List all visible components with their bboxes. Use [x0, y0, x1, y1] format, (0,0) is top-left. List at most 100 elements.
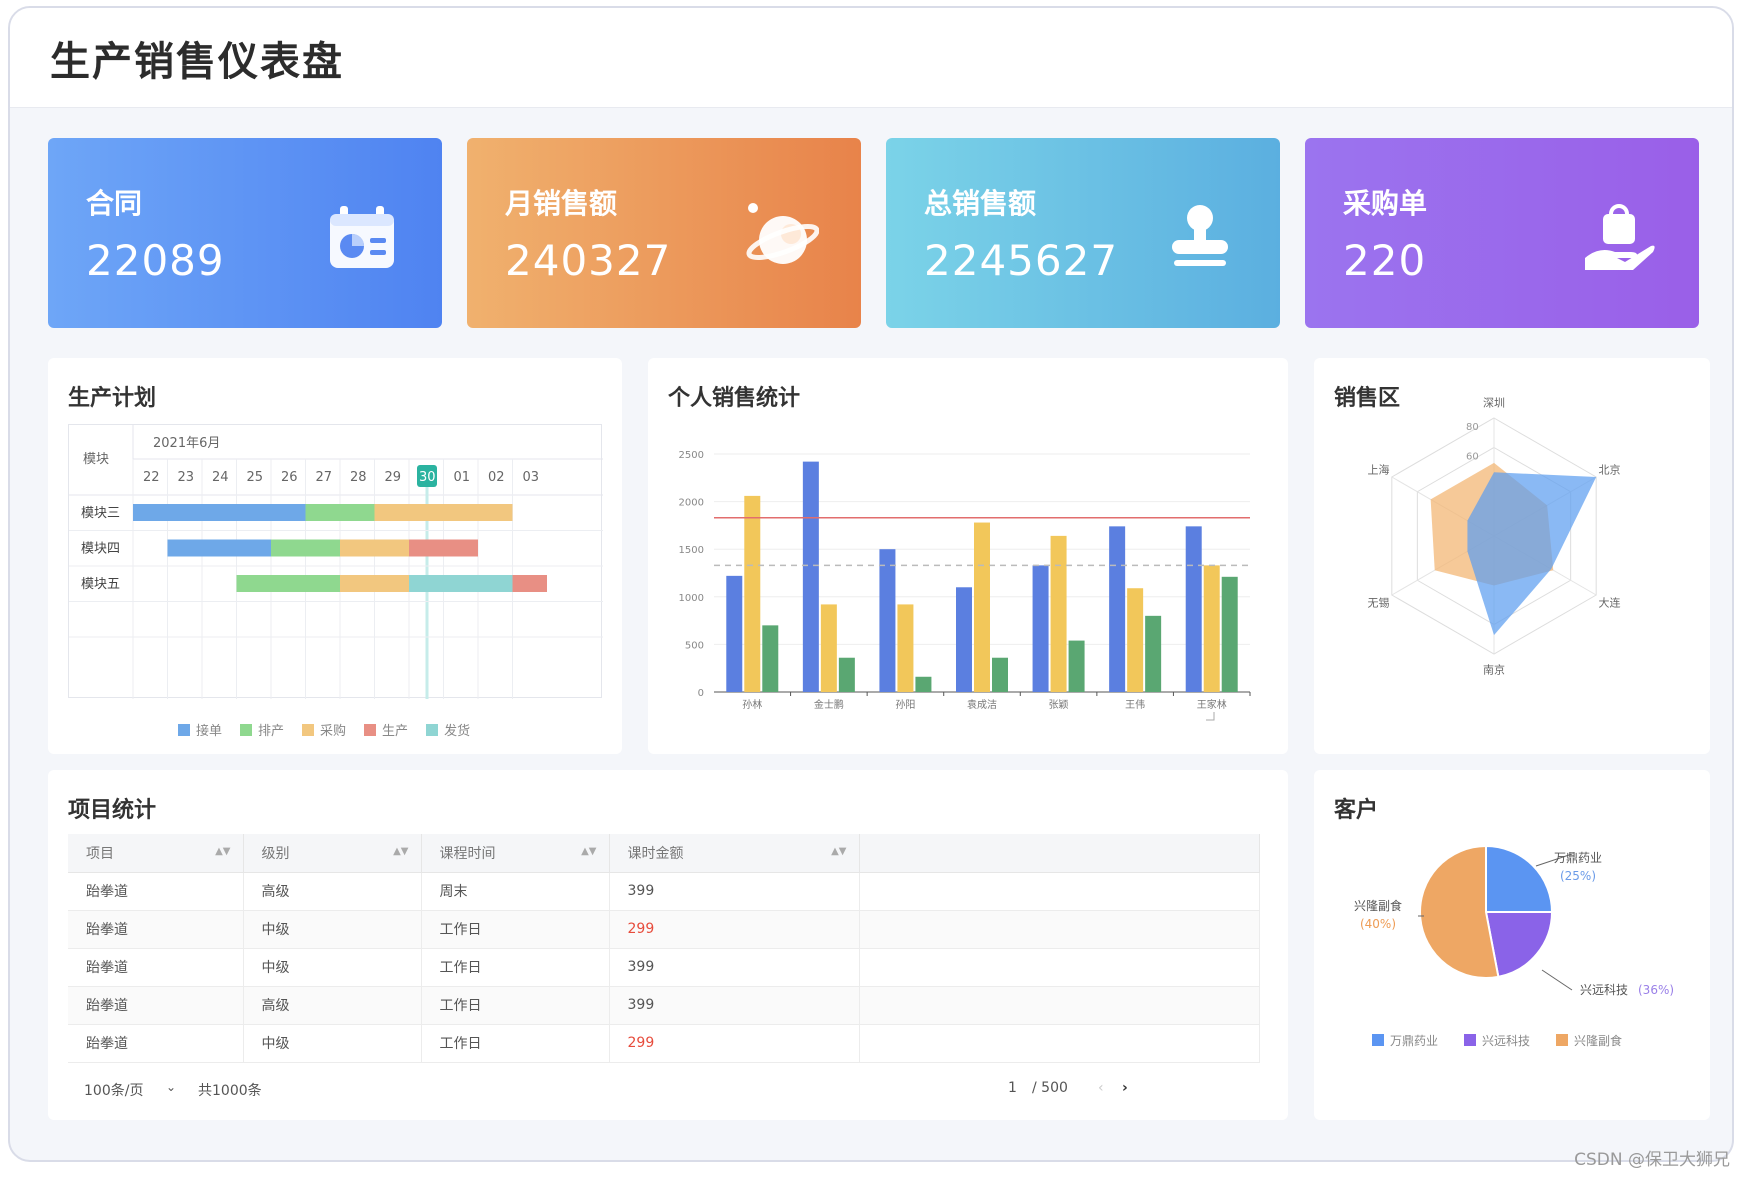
- column-header-project[interactable]: 项目 ▲▼: [68, 834, 244, 873]
- gantt-task-bar: [374, 504, 513, 521]
- cell-fee: 399: [609, 986, 860, 1025]
- radar-chart: 深圳北京大连南京 无锡 上海 80 60: [1368, 397, 1621, 677]
- planet-icon: [746, 203, 819, 264]
- legend-item[interactable]: 采购: [302, 720, 346, 739]
- legend-swatch: [178, 723, 190, 736]
- column-header-fee[interactable]: 课时金额 ▲▼: [609, 834, 860, 873]
- bar: [1032, 565, 1049, 692]
- y-tick-label: 2000: [679, 498, 704, 509]
- cell-empty: [859, 1024, 1260, 1063]
- bar: [879, 549, 896, 692]
- stat-card-total-sales[interactable]: 总销售额 2245627: [886, 138, 1280, 328]
- table-row[interactable]: 跆拳道 高级 工作日 399: [68, 986, 1260, 1025]
- prev-page-icon[interactable]: ‹: [1098, 1080, 1104, 1096]
- bar: [762, 625, 779, 692]
- cell-empty: [859, 948, 1260, 987]
- table-row[interactable]: 跆拳道 中级 工作日 299: [68, 1024, 1260, 1063]
- y-tick-label: 1500: [679, 545, 704, 556]
- gantt-day-label: 29: [385, 470, 402, 485]
- x-tick-label: 王伟: [1125, 698, 1145, 711]
- page-title: 生产销售仪表盘: [50, 38, 344, 85]
- gantt-task-bar: [305, 504, 375, 521]
- radar-axis-label: 深圳: [1483, 397, 1505, 410]
- bar: [992, 657, 1008, 692]
- gantt-day-label: 23: [178, 470, 195, 485]
- gantt-day-label: 01: [454, 470, 471, 485]
- radar-axis-label: 大连: [1598, 596, 1620, 610]
- gantt-row-label: 模块三: [81, 506, 120, 521]
- panel-title: 项目统计: [68, 798, 157, 823]
- table-row[interactable]: 跆拳道 中级 工作日 299: [68, 910, 1260, 949]
- bar: [838, 657, 855, 692]
- stat-card-monthly-sales[interactable]: 月销售额 240327: [467, 138, 861, 328]
- pie-label-line: [1541, 969, 1573, 991]
- bar: [726, 575, 743, 692]
- bar: [1127, 588, 1144, 692]
- gantt-task-bar: [409, 575, 513, 592]
- legend-label: 接单: [196, 724, 223, 739]
- bar: [1050, 535, 1067, 692]
- sort-icon[interactable]: ▲▼: [831, 846, 846, 857]
- legend-swatch: [1372, 1034, 1384, 1046]
- legend-item[interactable]: 生产: [364, 720, 408, 739]
- calendar-chart-icon: [330, 206, 394, 268]
- gantt-task-bar: [236, 575, 340, 592]
- pie-slice-percent: (25%): [1560, 869, 1596, 883]
- resize-handle-icon: [1206, 712, 1215, 721]
- legend-item[interactable]: 发货: [426, 720, 470, 739]
- pie-slice-percent: (40%): [1360, 917, 1396, 931]
- hand-bag-icon: [1585, 204, 1655, 270]
- column-header-time[interactable]: 课程时间 ▲▼: [421, 834, 610, 873]
- page-current-input[interactable]: 1: [1008, 1080, 1017, 1096]
- pagination: 100条/页 ⌄ 共1000条 1 / 500 ‹ ›: [68, 1074, 1260, 1106]
- legend-item[interactable]: 排产: [240, 720, 284, 739]
- customer-panel: 客户 万鼎药业 (25%) 兴远科技 (36%) 兴隆副食 (40%) 万鼎药业 兴远科技 兴隆…: [1314, 770, 1710, 1120]
- x-tick-label: 孙林: [742, 698, 762, 711]
- y-tick-label: 2500: [679, 450, 704, 461]
- gantt-chart: 模块 2021年6月 22 23 24 25 26 27 28 29 30 01 02 03 模块三 模块四模…: [68, 424, 603, 699]
- x-tick-label: 张颖: [1049, 698, 1069, 711]
- cell-project: 跆拳道: [68, 910, 244, 949]
- gantt-day-label: 24: [212, 470, 229, 485]
- cell-level: 中级: [243, 1024, 422, 1063]
- column-header-level[interactable]: 级别 ▲▼: [243, 834, 422, 873]
- gantt-task-bar: [271, 539, 340, 557]
- table-row[interactable]: 跆拳道 高级 周末 399: [68, 872, 1260, 911]
- cell-level: 中级: [243, 910, 422, 949]
- cell-level: 高级: [243, 872, 422, 911]
- gantt-task-bar: [340, 539, 409, 557]
- total-count: 共1000条: [198, 1083, 262, 1099]
- radar-axis-label: 北京: [1598, 462, 1620, 476]
- gantt-row-label: 模块五: [81, 577, 120, 592]
- dashboard-frame: 生产销售仪表盘 合同 22089 月销售额 240327 总销售额 224562…: [8, 6, 1734, 1162]
- stat-card-purchase-orders[interactable]: 采购单 220: [1305, 138, 1699, 328]
- panel-title: 生产计划: [68, 386, 157, 411]
- sort-icon[interactable]: ▲▼: [581, 846, 596, 857]
- cell-empty: [859, 910, 1260, 949]
- bar: [956, 587, 972, 692]
- stamp-icon: [1172, 205, 1228, 266]
- gantt-task-bar: [167, 539, 271, 557]
- page-size-select[interactable]: 100条/页: [84, 1080, 143, 1100]
- table-row[interactable]: 跆拳道 中级 工作日 399: [68, 948, 1260, 987]
- bar: [974, 522, 990, 692]
- sort-icon[interactable]: ▲▼: [393, 846, 408, 857]
- bar: [802, 461, 819, 692]
- cell-fee: 399: [609, 872, 860, 911]
- y-tick-label: 0: [698, 688, 704, 699]
- gantt-day-label: 03: [523, 470, 540, 485]
- legend-item[interactable]: 接单: [178, 720, 222, 739]
- cell-level: 中级: [243, 948, 422, 987]
- header-label: 课程时间: [439, 845, 496, 862]
- cell-time: 工作日: [421, 1024, 610, 1063]
- next-page-icon[interactable]: ›: [1122, 1080, 1128, 1096]
- header-label: 级别: [261, 845, 290, 862]
- stat-card-contract[interactable]: 合同 22089: [48, 138, 442, 328]
- sort-icon[interactable]: ▲▼: [215, 846, 230, 857]
- cell-empty: [859, 872, 1260, 911]
- personal-sales-panel: 个人销售统计 0 500 1000 1500 2000 2500 孙林 金士鹏 孙阳 袁成洁 张颖王…: [648, 358, 1288, 754]
- chevron-down-icon[interactable]: ⌄: [166, 1080, 176, 1094]
- legend-label: 万鼎药业: [1390, 1034, 1438, 1048]
- gantt-day-label: 27: [316, 470, 333, 485]
- y-tick-label: 1000: [679, 593, 704, 604]
